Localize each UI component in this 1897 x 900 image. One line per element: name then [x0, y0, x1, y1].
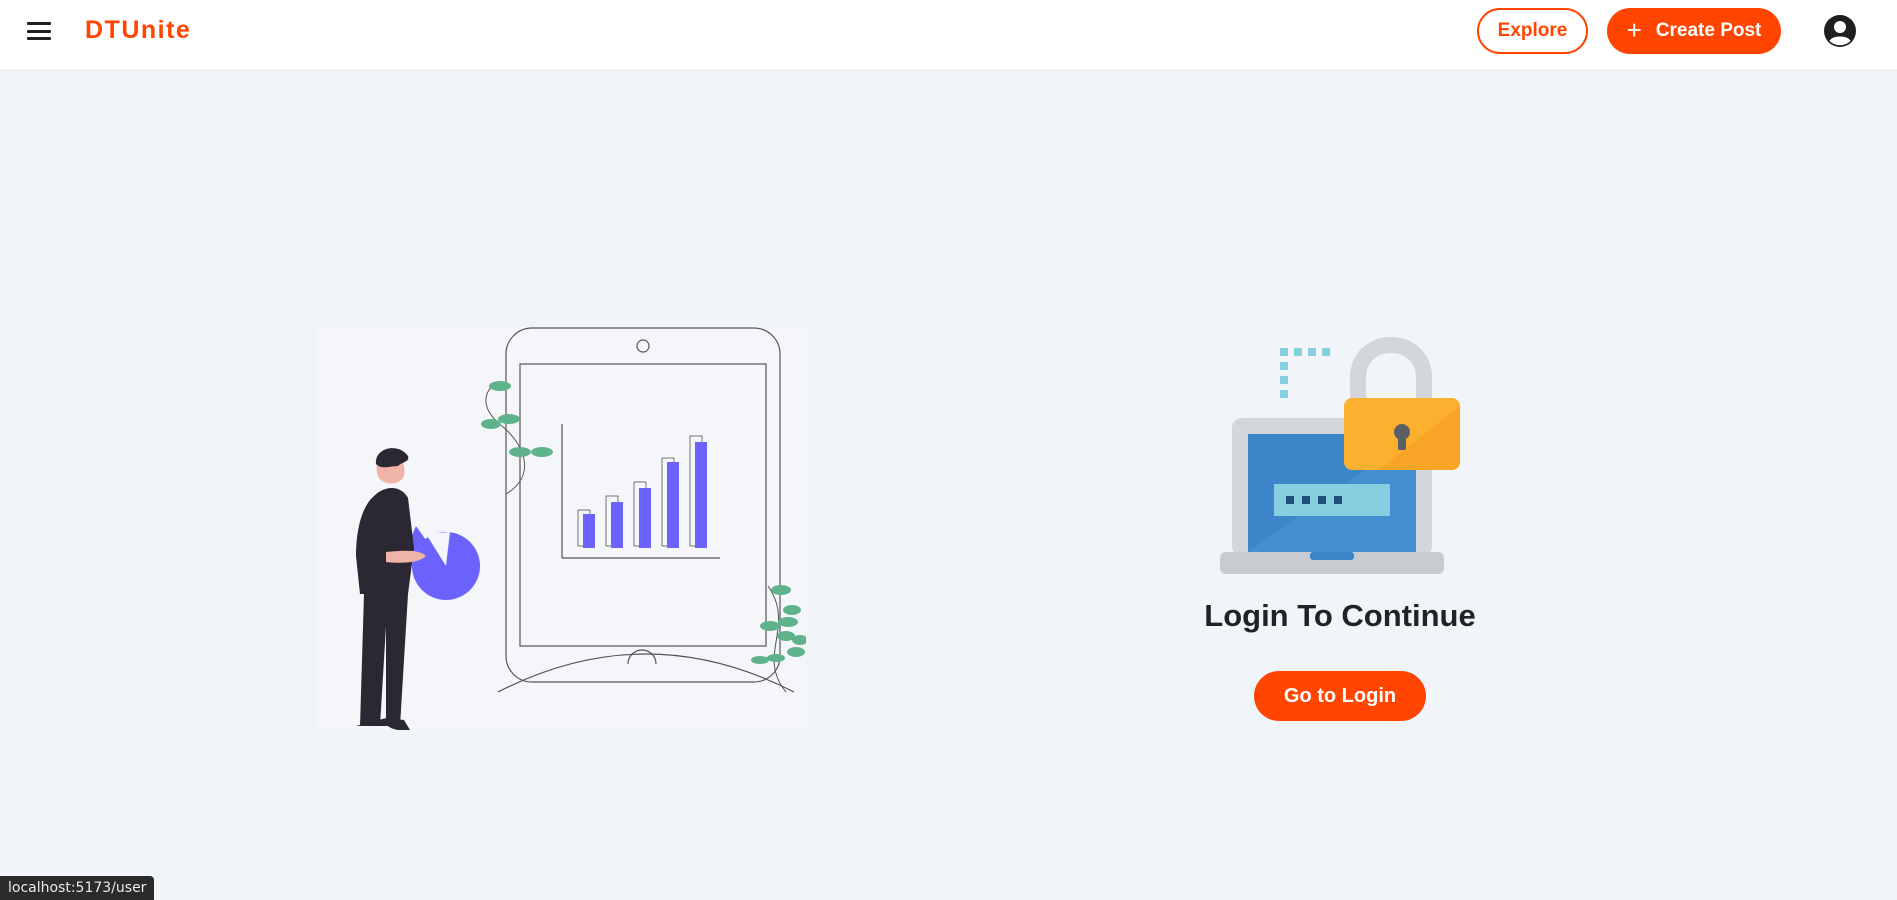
go-to-login-button[interactable]: Go to Login [1254, 671, 1426, 721]
create-post-button-label: Create Post [1655, 20, 1762, 41]
hamburger-menu-icon[interactable] [26, 19, 52, 43]
explore-button[interactable]: Explore [1477, 8, 1588, 54]
explore-button-label: Explore [1497, 20, 1568, 41]
brand-logo[interactable]: DTUnite [85, 16, 191, 45]
top-navbar: DTUnite Explore + Create Post [0, 0, 1897, 71]
link-preview-status-bar: localhost:5173/user [0, 876, 155, 900]
user-circle-icon[interactable] [1823, 14, 1857, 48]
laptop-padlock-illustration [1218, 334, 1462, 578]
person-with-tablet-chart-illustration [316, 326, 808, 731]
create-post-button[interactable]: + Create Post [1607, 8, 1781, 54]
login-title: Login To Continue [1204, 598, 1476, 633]
plus-icon: + [1626, 15, 1642, 45]
go-to-login-label: Go to Login [1283, 684, 1397, 707]
